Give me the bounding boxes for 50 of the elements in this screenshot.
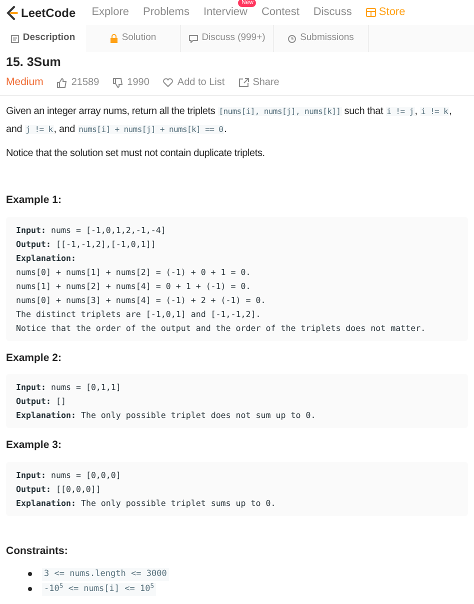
nav-link[interactable]: Interview bbox=[203, 6, 248, 18]
thumbs-down-icon bbox=[113, 78, 124, 88]
code-line: Input: nums = [-1,0,1,2,-1,-4] bbox=[16, 224, 167, 236]
document-icon bbox=[10, 34, 19, 42]
tab[interactable]: Submissions bbox=[300, 31, 354, 46]
share-icon bbox=[238, 78, 249, 88]
description-paragraph: Notice that the solution set must not contain duplicate triplets. bbox=[6, 146, 266, 161]
code-line: Explanation: bbox=[16, 252, 77, 264]
code-line: Explanation: The only possible triplet does not sum up to 0. bbox=[16, 409, 317, 422]
code-line: Input: nums = [0,1,1] bbox=[16, 381, 122, 394]
share-button[interactable]: Share bbox=[252, 75, 280, 90]
nav-link[interactable]: Problems bbox=[142, 6, 190, 18]
lock-icon bbox=[110, 34, 118, 43]
example-heading: Example 3: bbox=[6, 438, 62, 454]
code-line: Output: [] bbox=[16, 395, 67, 408]
problem-title: 15. 3Sum bbox=[6, 54, 62, 71]
heart-icon bbox=[163, 78, 174, 88]
nav-link[interactable]: Explore bbox=[92, 6, 129, 18]
logo-icon bbox=[6, 6, 18, 20]
code-line: nums[0] + nums[3] + nums[4] = (-1) + 2 + (-1) = 0. bbox=[16, 294, 267, 306]
add-to-list-button[interactable]: Add to List bbox=[177, 75, 225, 90]
constraints-heading: Constraints: bbox=[6, 544, 69, 559]
thumbs-up-icon bbox=[57, 78, 68, 88]
nav-link[interactable]: Contest bbox=[261, 6, 300, 18]
difficulty-label: Medium bbox=[6, 74, 44, 90]
code-line: nums[1] + nums[2] + nums[4] = 0 + 1 + (-1) = 0. bbox=[16, 280, 252, 292]
code-line: Output: [[-1,-1,2],[-1,0,1]] bbox=[16, 238, 157, 250]
tab[interactable]: Discuss (999+) bbox=[202, 31, 266, 46]
clock-icon bbox=[288, 34, 296, 42]
nav-link[interactable]: Discuss bbox=[313, 6, 352, 18]
store-link[interactable]: Store bbox=[378, 4, 406, 21]
dislike-count[interactable]: 1990 bbox=[127, 75, 150, 90]
tab[interactable]: Solution bbox=[122, 31, 156, 46]
like-count[interactable]: 21589 bbox=[71, 75, 100, 90]
chat-icon bbox=[188, 34, 198, 42]
example-heading: Example 2: bbox=[6, 350, 62, 366]
constraint-item: 3 <= nums.length <= 3000 bbox=[42, 568, 169, 581]
code-line: The distinct triplets are [-1,0,1] and [-1,-1,2]. bbox=[16, 308, 262, 320]
example-heading: Example 1: bbox=[6, 192, 62, 208]
store-icon bbox=[366, 8, 376, 17]
bullet-icon bbox=[28, 572, 32, 576]
code-line: nums[0] + nums[1] + nums[2] = (-1) + 0 + 1 = 0. bbox=[16, 266, 252, 278]
description-paragraph: Given an integer array nums, return all the triplets [nums[i], nums[j], nums[k]] such that i != j, i != k, and j != k, and nums[i] + nums[j] + nums[k] == 0. bbox=[6, 104, 453, 137]
code-line: Output: [[0,0,0]] bbox=[16, 483, 102, 496]
code-line: Input: nums = [0,0,0] bbox=[16, 469, 122, 482]
code-line: Notice that the order of the output and the order of the triplets does not matter. bbox=[16, 322, 427, 334]
code-line: Explanation: The only possible triplet sums up to 0. bbox=[16, 497, 277, 510]
bullet-icon bbox=[28, 587, 32, 592]
constraint-item: -10$^{5}$ <= nums[i] <= 10$^{5}$ bbox=[42, 582, 156, 596]
logo-text[interactable]: LeetCode bbox=[21, 4, 76, 22]
